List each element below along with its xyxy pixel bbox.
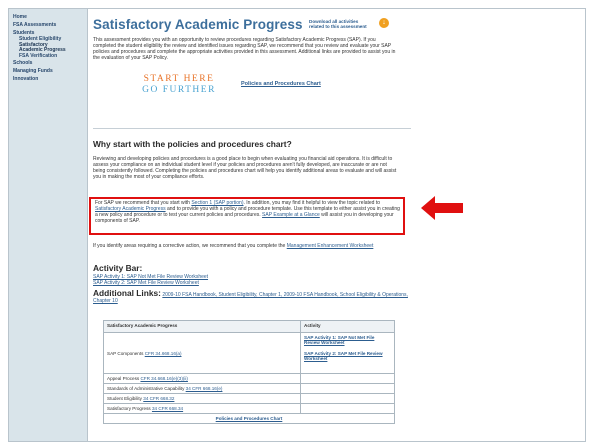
sidebar-item-innovation[interactable]: Innovation: [9, 75, 87, 83]
row-label: SAP Components: [107, 350, 144, 356]
corrective-paragraph: If you identify areas requiring a correc…: [93, 243, 399, 249]
cfr-link[interactable]: 34 CFR 668.16(e): [186, 386, 223, 391]
logo-row: START HERE GO FURTHER Policies and Proce…: [93, 74, 399, 100]
table-row: Satisfactory Progress 34 CFR 668.34: [103, 403, 395, 414]
sidebar-item-home[interactable]: Home: [9, 13, 87, 21]
table-row: Appeal Process CFR 34.668.16(e)(3)(ii): [103, 373, 395, 384]
intro-text: This assessment provides you with an opp…: [93, 37, 396, 61]
table-cell: Student Eligibility 34 CFR 668.32: [103, 393, 301, 404]
red-arrow-icon: [421, 196, 463, 220]
table-activity-1-link[interactable]: SAP Activity 1: SAP Not Met File Review …: [304, 335, 391, 345]
cfr-link[interactable]: CFR 34.668.16(e)(3)(ii): [140, 376, 187, 381]
table-activity-2-link[interactable]: SAP Activity 2: SAP Met File Review Work…: [304, 351, 391, 361]
activity-cell: SAP Activity 1: SAP Not Met File Review …: [300, 332, 395, 374]
additional-links: Additional Links: 2009-10 FSA Handbook, …: [93, 288, 411, 304]
sap-example-link[interactable]: SAP Example at a Glance: [262, 212, 320, 218]
page-title: Satisfactory Academic Progress: [93, 17, 303, 32]
title-row: Satisfactory Academic Progress Download …: [93, 15, 411, 33]
logo-line-1: START HERE: [143, 74, 215, 84]
table-cell-empty: [300, 393, 395, 404]
table-cell-empty: [300, 383, 395, 394]
sidebar-item-fsa-assessments[interactable]: FSA Assessments: [9, 21, 87, 29]
cfr-link[interactable]: 34 CFR 668.34: [152, 406, 183, 411]
table-cell-empty: [300, 403, 395, 414]
policies-chart-link[interactable]: Policies and Procedures Chart: [241, 81, 321, 87]
download-icon[interactable]: ↓: [379, 18, 389, 28]
management-worksheet-link[interactable]: Management Enhancement Worksheet: [287, 243, 374, 249]
table-row: Standards of Administrative Capability 3…: [103, 383, 395, 394]
table-cell-empty: [300, 373, 395, 384]
activity-2-link[interactable]: SAP Activity 2: SAP Met File Review Work…: [93, 280, 208, 286]
cfr-link[interactable]: 34 CFR 668.32: [143, 396, 174, 401]
callout-text: For SAP we recommend that you start with…: [95, 200, 401, 224]
table-cell: Satisfactory Progress 34 CFR 668.34: [103, 403, 301, 414]
activity-links: SAP Activity 1: SAP Not Met File Review …: [93, 274, 208, 286]
table-header-sap: Satisfactory Academic Progress: [103, 320, 301, 333]
sidebar-item-managing-funds[interactable]: Managing Funds: [9, 67, 87, 75]
row-label: Appeal Process: [107, 376, 140, 381]
page-frame: Home FSA Assessments Students Student El…: [8, 8, 586, 442]
section-heading: Why start with the policies and procedur…: [93, 139, 292, 149]
row-label: Standards of Administrative Capability: [107, 386, 185, 391]
table-cell: Appeal Process CFR 34.668.16(e)(3)(ii): [103, 373, 301, 384]
download-activities-link[interactable]: Download all activities related to this …: [309, 19, 369, 29]
row-label: Satisfactory Progress: [107, 406, 151, 411]
sidebar: Home FSA Assessments Students Student El…: [9, 9, 88, 441]
divider: [93, 128, 411, 129]
activity-bar-heading: Activity Bar:: [93, 263, 143, 273]
main-content: Satisfactory Academic Progress Download …: [89, 15, 411, 435]
sidebar-item-schools[interactable]: Schools: [9, 59, 87, 67]
cfr-link[interactable]: CFR 34.668.16(a): [145, 351, 182, 356]
table-header-activity: Activity: [300, 320, 395, 333]
table-footer-link[interactable]: Policies and Procedures Chart: [103, 413, 395, 424]
corrective-text: If you identify areas requiring a correc…: [93, 243, 287, 249]
table-cell: Standards of Administrative Capability 3…: [103, 383, 301, 394]
section-paragraph: Reviewing and developing policies and pr…: [93, 156, 397, 180]
table-row: Student Eligibility 34 CFR 668.32: [103, 393, 395, 404]
highlighted-callout: For SAP we recommend that you start with…: [89, 197, 405, 235]
sap-table: Satisfactory Academic Progress Activity …: [103, 320, 395, 424]
table-header-row: Satisfactory Academic Progress Activity: [103, 320, 395, 333]
logo-line-2: GO FURTHER: [142, 85, 216, 95]
start-here-logo: START HERE GO FURTHER: [133, 74, 225, 96]
table-footer-row: Policies and Procedures Chart: [103, 413, 395, 424]
table-row: SAP Components CFR 34.668.16(a) SAP Acti…: [103, 332, 395, 374]
table-cell: SAP Components CFR 34.668.16(a): [103, 332, 301, 374]
row-label: Student Eligibility: [107, 396, 142, 401]
additional-links-heading: Additional Links:: [93, 288, 161, 298]
